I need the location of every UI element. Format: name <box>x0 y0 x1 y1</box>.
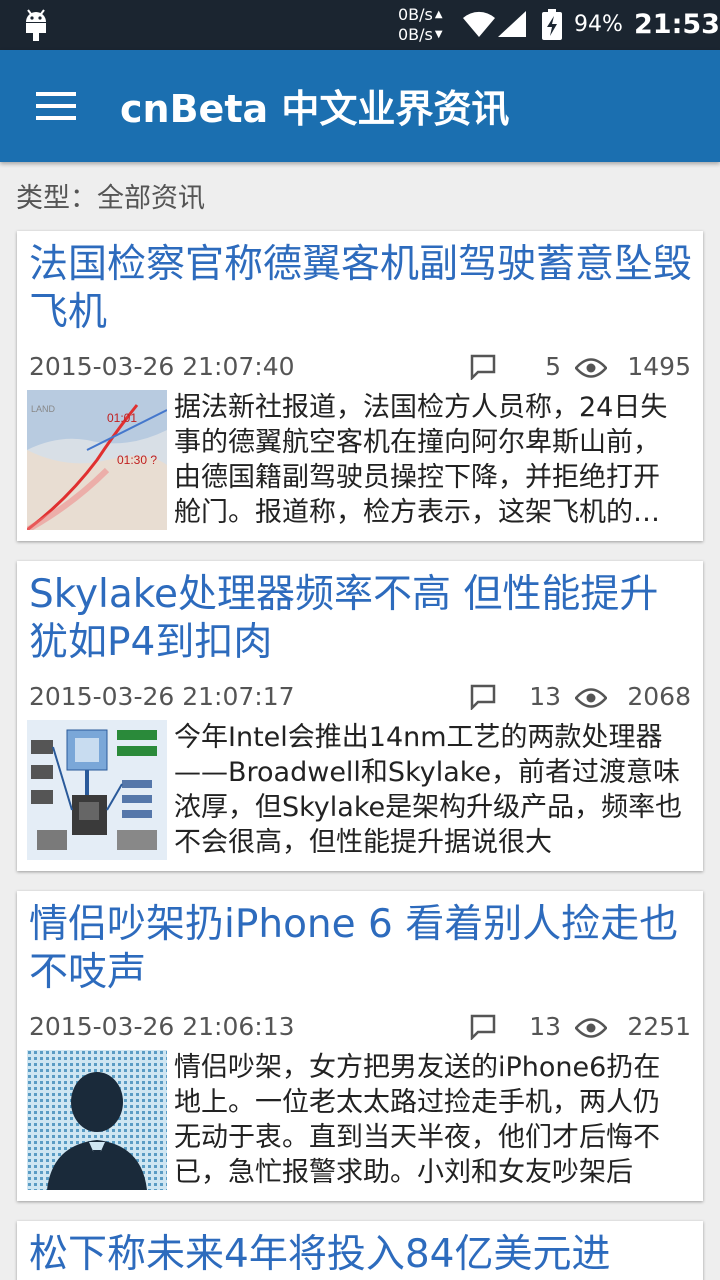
article-meta: 2015-03-26 21:07:17 13 2068 <box>29 682 691 716</box>
article-thumbnail-map: 01:01 01:30 ? LAND <box>27 390 167 530</box>
eye-icon <box>575 358 607 378</box>
article-summary: 情侣吵架，女方把男友送的iPhone6扔在地上。一位老太太路过捡走手机，两人仍无… <box>174 1052 661 1188</box>
view-count: 2068 <box>627 682 691 711</box>
article-title[interactable]: 法国检察官称德翼客机副驾驶蓄意坠毁飞机 <box>29 241 695 337</box>
svg-text:LAND: LAND <box>31 404 56 414</box>
article-thumbnail-person <box>27 1050 167 1190</box>
network-speed: 0B/s ▲ 0B/s ▼ <box>398 5 443 44</box>
hamburger-menu-icon[interactable] <box>30 88 82 124</box>
comment-icon <box>470 1014 496 1040</box>
clock: 21:53 <box>634 9 720 40</box>
article-meta: 2015-03-26 21:07:40 5 1495 <box>29 352 691 386</box>
article-title[interactable]: 松下称未来4年将投入84亿美元进 <box>29 1231 695 1279</box>
comment-icon <box>470 684 496 710</box>
svg-text:01:30 ?: 01:30 ? <box>117 453 157 467</box>
battery-charging-icon <box>542 9 562 40</box>
signal-icon <box>498 11 526 37</box>
svg-text:01:01: 01:01 <box>107 411 137 425</box>
article-summary: 据法新社报道，法国检方人员称，24日失事的德翼航空客机在撞向阿尔卑斯山前，由德国… <box>174 392 668 528</box>
comment-count: 13 <box>529 682 561 711</box>
article-card[interactable]: Skylake处理器频率不高 但性能提升犹如P4到扣肉 2015-03-26 2… <box>17 561 703 871</box>
eye-icon <box>575 688 607 708</box>
article-thumbnail-diagram <box>27 720 167 860</box>
battery-percentage: 94% <box>574 12 623 37</box>
view-count: 2251 <box>627 1012 691 1041</box>
comment-count: 5 <box>545 352 561 381</box>
status-bar: 0B/s ▲ 0B/s ▼ 94% 21:53 <box>0 0 720 50</box>
article-card[interactable]: 法国检察官称德翼客机副驾驶蓄意坠毁飞机 2015-03-26 21:07:40 … <box>17 231 703 541</box>
eye-icon <box>575 1018 607 1038</box>
article-date: 2015-03-26 21:06:13 <box>29 1012 295 1041</box>
android-icon <box>26 9 46 41</box>
article-card[interactable]: 情侣吵架扔iPhone 6 看着别人捡走也不吱声 2015-03-26 21:0… <box>17 891 703 1201</box>
article-title[interactable]: Skylake处理器频率不高 但性能提升犹如P4到扣肉 <box>29 571 695 667</box>
article-date: 2015-03-26 21:07:17 <box>29 682 295 711</box>
category-filter[interactable]: 类型：全部资讯 <box>16 176 205 215</box>
article-card[interactable]: 松下称未来4年将投入84亿美元进 <box>17 1221 703 1280</box>
comment-count: 13 <box>529 1012 561 1041</box>
article-title[interactable]: 情侣吵架扔iPhone 6 看着别人捡走也不吱声 <box>29 901 695 997</box>
app-bar: cnBeta 中文业界资讯 <box>0 50 720 162</box>
article-date: 2015-03-26 21:07:40 <box>29 352 295 381</box>
view-count: 1495 <box>627 352 691 381</box>
article-meta: 2015-03-26 21:06:13 13 2251 <box>29 1012 691 1046</box>
app-title: cnBeta 中文业界资讯 <box>120 87 510 131</box>
article-summary: 今年Intel会推出14nm工艺的两款处理器——Broadwell和Skylak… <box>174 722 683 858</box>
wifi-icon <box>463 11 495 38</box>
comment-icon <box>470 354 496 380</box>
